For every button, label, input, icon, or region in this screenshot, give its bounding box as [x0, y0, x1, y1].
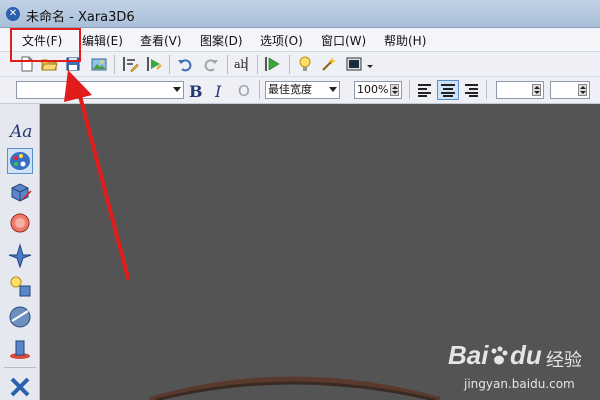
toolbar-separator: [259, 80, 260, 99]
menu-view[interactable]: 查看(V): [140, 32, 182, 49]
xara3d-app-icon[interactable]: ✕: [6, 7, 20, 21]
paw-icon: [491, 346, 508, 365]
toolbar-separator: [114, 55, 115, 74]
shape-icon[interactable]: [7, 242, 33, 268]
align-left-icon[interactable]: [416, 82, 433, 98]
text-tool-icon[interactable]: Aa: [10, 122, 32, 142]
extrude-icon[interactable]: [7, 179, 33, 205]
format-toolbar: B I O 最佳宽度 100%: [0, 77, 600, 104]
edit-text-icon[interactable]: [121, 55, 139, 73]
redo-icon[interactable]: [202, 55, 220, 73]
toolbar-separator: [289, 55, 290, 74]
zoom-stepper[interactable]: 100%: [354, 81, 402, 99]
text-spell-icon[interactable]: ab: [233, 55, 251, 73]
width-select[interactable]: 最佳宽度: [265, 81, 340, 99]
wand-icon[interactable]: [320, 55, 338, 73]
export-image-icon[interactable]: [90, 55, 108, 73]
window-title: 未命名 - Xara3D6: [26, 10, 135, 25]
outline-button[interactable]: O: [238, 82, 250, 100]
chevron-down-icon: [173, 87, 181, 92]
chevron-down-icon[interactable]: [366, 62, 374, 70]
line-spacing-stepper[interactable]: [550, 81, 590, 99]
toolbar-separator: [257, 55, 258, 74]
bevel-icon[interactable]: [7, 210, 33, 236]
light-bulb-icon[interactable]: [296, 55, 314, 73]
spin-arrows-icon[interactable]: [390, 84, 399, 96]
menu-window[interactable]: 窗口(W): [321, 32, 366, 49]
align-center-icon[interactable]: [437, 80, 459, 100]
svg-text:ab: ab: [234, 58, 248, 71]
zoom-value: 100%: [357, 83, 389, 96]
toolbar-separator: [169, 55, 170, 74]
highlight-box: [10, 28, 81, 62]
lights-icon[interactable]: [7, 274, 33, 300]
xara-logo-icon[interactable]: [7, 374, 33, 400]
sidebar-separator: [4, 367, 36, 368]
toolbar-separator: [227, 55, 228, 74]
play-animation-icon[interactable]: [263, 55, 281, 73]
menu-bar: 文件(F) 编辑(E) 查看(V) 图案(D) 选项(O) 窗口(W) 帮助(H…: [0, 28, 600, 52]
watermark-brand-2: du: [510, 340, 542, 370]
chevron-down-icon: [329, 87, 337, 92]
width-value: 最佳宽度: [268, 83, 312, 96]
watermark-suffix: 经验: [546, 350, 582, 371]
watermark-url: jingyan.baidu.com: [464, 377, 575, 391]
main-toolbar: ab: [0, 52, 600, 77]
spin-arrows-icon[interactable]: [578, 84, 587, 96]
shadow-icon[interactable]: [7, 336, 33, 362]
toolbar-separator: [409, 80, 410, 99]
char-spacing-stepper[interactable]: [496, 81, 544, 99]
undo-icon[interactable]: [176, 55, 194, 73]
font-select[interactable]: [16, 81, 184, 99]
watermark-brand: Bai: [448, 340, 489, 370]
display-mode-icon[interactable]: [345, 55, 363, 73]
tool-sidebar: Aa: [0, 104, 40, 400]
spin-arrows-icon[interactable]: [532, 84, 541, 96]
toolbar-separator: [486, 80, 487, 99]
animation-icon[interactable]: [145, 55, 163, 73]
menu-design[interactable]: 图案(D): [200, 32, 243, 49]
texture-icon[interactable]: [7, 304, 33, 330]
title-bar: ✕ 未命名 - Xara3D6: [0, 0, 600, 28]
italic-button[interactable]: I: [215, 82, 221, 101]
align-right-icon[interactable]: [463, 82, 480, 98]
menu-edit[interactable]: 编辑(E): [82, 32, 123, 49]
menu-options[interactable]: 选项(O): [260, 32, 303, 49]
color-palette-icon[interactable]: [7, 148, 33, 174]
bold-button[interactable]: B: [189, 82, 203, 101]
menu-help[interactable]: 帮助(H): [384, 32, 426, 49]
baidu-watermark: Bai du 经验 jingyan.baidu.com: [448, 340, 598, 398]
